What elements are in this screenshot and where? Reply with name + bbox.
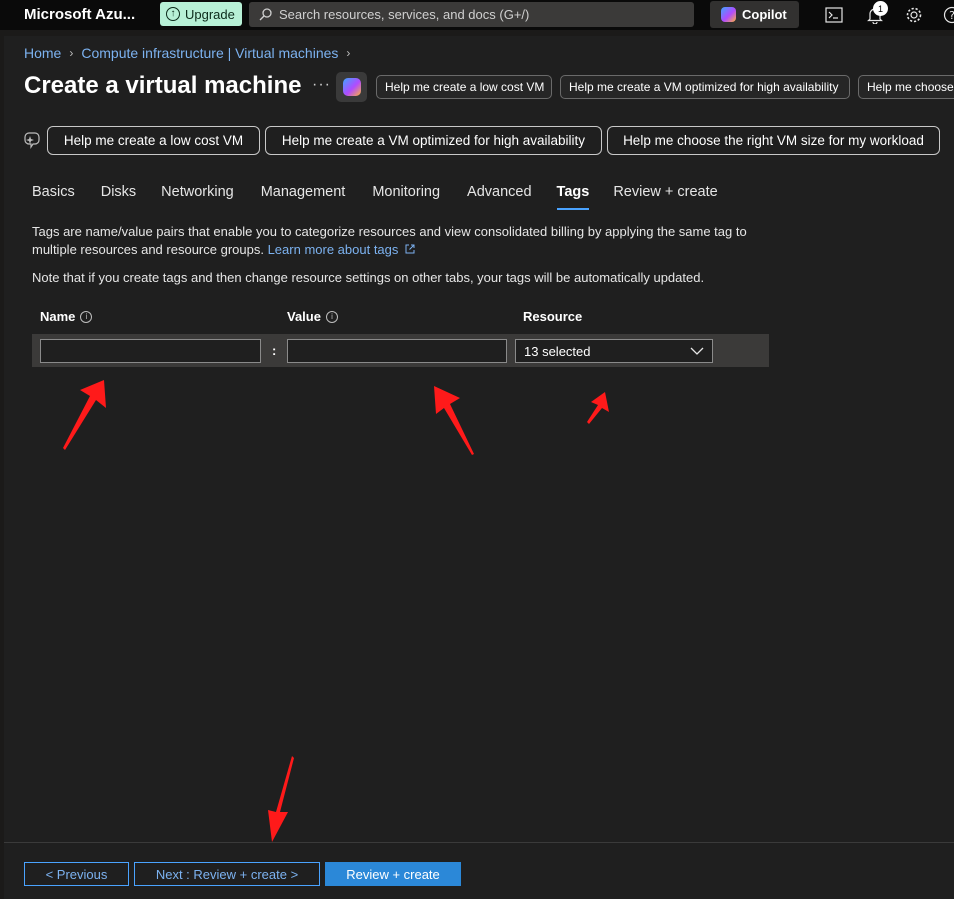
footer-divider (4, 842, 954, 843)
tab-advanced[interactable]: Advanced (467, 184, 532, 212)
more-options-icon[interactable]: ··· (312, 76, 331, 94)
column-value-header: Value i (287, 309, 338, 324)
copilot-spark-icon (24, 132, 40, 149)
chevron-down-icon (690, 347, 704, 355)
next-review-create-button[interactable]: Next : Review + create > (134, 862, 320, 886)
breadcrumb: Home › Compute infrastructure | Virtual … (24, 45, 358, 61)
tag-name-input[interactable] (40, 339, 261, 363)
tags-note: Note that if you create tags and then ch… (32, 270, 705, 285)
learn-more-tags-link[interactable]: Learn more about tags (268, 242, 415, 257)
copilot-label: Copilot (742, 7, 787, 22)
info-icon[interactable]: i (80, 310, 93, 323)
cloud-shell-icon[interactable] (824, 5, 844, 25)
column-name-label: Name (40, 309, 76, 324)
search-icon (259, 8, 272, 21)
copilot-logo-icon (342, 78, 361, 96)
chevron-right-icon: › (346, 46, 351, 60)
breadcrumb-home[interactable]: Home (24, 45, 61, 61)
column-resource-label: Resource (523, 309, 583, 324)
suggestion-low-cost-vm[interactable]: Help me create a low cost VM (47, 126, 260, 155)
portal-brand[interactable]: Microsoft Azu... (24, 6, 135, 23)
copilot-assist-button[interactable] (336, 72, 367, 102)
upgrade-label: Upgrade (185, 6, 235, 22)
resource-selected-value: 13 selected (524, 343, 591, 359)
learn-more-label: Learn more about tags (267, 242, 399, 257)
annotation-arrow-icon (434, 386, 474, 455)
tab-networking[interactable]: Networking (161, 184, 234, 212)
tab-review-create[interactable]: Review + create (613, 184, 717, 212)
tab-disks[interactable]: Disks (101, 184, 136, 212)
tab-monitoring[interactable]: Monitoring (372, 184, 440, 212)
annotation-arrow-icon (268, 756, 294, 842)
wizard-tabs: Basics Disks Networking Management Monit… (32, 184, 718, 212)
info-icon[interactable]: i (325, 310, 338, 323)
tab-tags[interactable]: Tags (556, 184, 589, 212)
review-create-button[interactable]: Review + create (325, 862, 461, 886)
svg-text:?: ? (949, 9, 954, 22)
suggestion-high-availability[interactable]: Help me create a VM optimized for high a… (265, 126, 602, 155)
previous-button[interactable]: < Previous (24, 862, 129, 886)
chip-choose-size[interactable]: Help me choose (858, 75, 954, 99)
column-resource-header: Resource (523, 309, 582, 324)
upgrade-button[interactable]: ↑ Upgrade (160, 2, 242, 26)
external-link-icon (405, 244, 415, 254)
tags-description: Tags are name/value pairs that enable yo… (32, 223, 772, 259)
search-placeholder: Search resources, services, and docs (G+… (279, 7, 530, 22)
tag-value-input[interactable] (287, 339, 507, 363)
chevron-right-icon: › (69, 46, 74, 60)
tag-separator: : (272, 343, 277, 358)
copilot-logo-icon (721, 7, 736, 22)
tab-management[interactable]: Management (261, 184, 346, 212)
gear-icon[interactable] (904, 5, 924, 25)
notification-badge: 1 (873, 1, 888, 16)
annotation-arrow-icon (587, 392, 609, 424)
annotation-arrow-icon (63, 380, 106, 450)
arrow-up-circle-icon: ↑ (166, 7, 180, 21)
tab-basics[interactable]: Basics (32, 184, 75, 212)
global-search-input[interactable]: Search resources, services, and docs (G+… (249, 2, 694, 27)
resource-select-dropdown[interactable]: 13 selected (515, 339, 713, 363)
help-icon[interactable]: ? (942, 5, 954, 25)
top-bar: Microsoft Azu... ↑ Upgrade Search resour… (0, 0, 954, 30)
chip-high-availability[interactable]: Help me create a VM optimized for high a… (560, 75, 850, 99)
suggestion-choose-vm-size[interactable]: Help me choose the right VM size for my … (607, 126, 940, 155)
column-value-label: Value (287, 309, 321, 324)
column-name-header: Name i (40, 309, 93, 324)
page-title: Create a virtual machine (24, 72, 302, 99)
main-panel (4, 36, 954, 899)
chip-low-cost-vm[interactable]: Help me create a low cost VM (376, 75, 552, 99)
breadcrumb-virtual-machines[interactable]: Compute infrastructure | Virtual machine… (81, 45, 338, 61)
copilot-button[interactable]: Copilot (710, 1, 799, 28)
